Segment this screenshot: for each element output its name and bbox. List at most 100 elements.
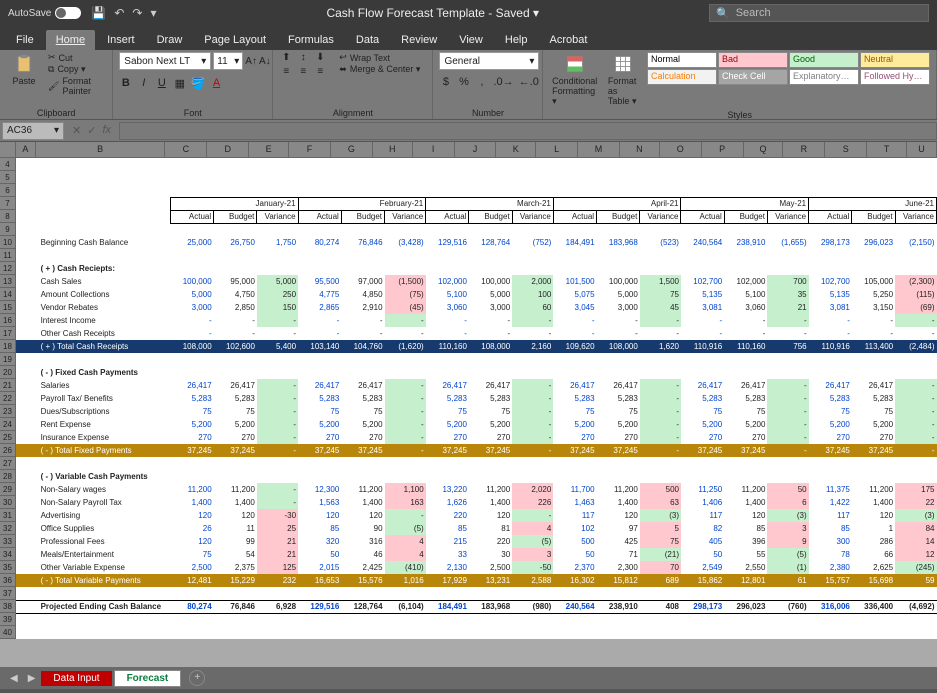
- cell[interactable]: [16, 327, 37, 340]
- cell[interactable]: [512, 587, 553, 600]
- cell[interactable]: 5,135: [681, 288, 724, 301]
- cell[interactable]: 1,563: [298, 496, 341, 509]
- cell[interactable]: [852, 158, 895, 171]
- cell[interactable]: 26,417: [170, 379, 213, 392]
- cell[interactable]: [16, 418, 37, 431]
- cell[interactable]: -: [895, 314, 936, 327]
- cell[interactable]: 75: [214, 405, 257, 418]
- align-bot-icon[interactable]: ⬇: [313, 52, 327, 63]
- row-header[interactable]: 17: [0, 327, 16, 340]
- align-left-icon[interactable]: ≡: [279, 66, 293, 77]
- align-mid-icon[interactable]: ↕: [296, 52, 310, 63]
- row-header[interactable]: 35: [0, 561, 16, 574]
- row-header[interactable]: 22: [0, 392, 16, 405]
- cell[interactable]: 270: [852, 431, 895, 444]
- cell[interactable]: -: [257, 392, 298, 405]
- cell[interactable]: 26,417: [214, 379, 257, 392]
- cell[interactable]: 3,060: [426, 301, 469, 314]
- cell[interactable]: 85: [724, 522, 767, 535]
- cell[interactable]: -: [895, 444, 936, 457]
- cell[interactable]: [640, 457, 681, 470]
- cell[interactable]: Amount Collections: [37, 288, 171, 301]
- cell[interactable]: 270: [426, 431, 469, 444]
- cell[interactable]: 63: [640, 496, 681, 509]
- cell[interactable]: 5,000: [257, 275, 298, 288]
- cell[interactable]: 316,006: [809, 600, 852, 613]
- cell[interactable]: [597, 587, 640, 600]
- row-header[interactable]: 5: [0, 171, 16, 184]
- cell[interactable]: -: [257, 314, 298, 327]
- cell[interactable]: 5,200: [724, 418, 767, 431]
- cell[interactable]: (21): [640, 548, 681, 561]
- cell[interactable]: 120: [469, 509, 512, 522]
- cell[interactable]: 5,200: [553, 418, 596, 431]
- cell[interactable]: -: [257, 418, 298, 431]
- cell[interactable]: [298, 158, 341, 171]
- row-header[interactable]: 31: [0, 509, 16, 522]
- cell[interactable]: 117: [681, 509, 724, 522]
- tab-home[interactable]: Home: [46, 30, 95, 50]
- cell[interactable]: [214, 587, 257, 600]
- cell[interactable]: 110,160: [426, 340, 469, 353]
- cell[interactable]: [16, 496, 37, 509]
- percent-button[interactable]: %: [457, 76, 470, 88]
- cell[interactable]: 12,300: [298, 483, 341, 496]
- cell[interactable]: [681, 171, 724, 184]
- cell[interactable]: 25,000: [170, 236, 213, 249]
- row-header[interactable]: 15: [0, 301, 16, 314]
- cell[interactable]: 120: [724, 509, 767, 522]
- cell[interactable]: 5,283: [597, 392, 640, 405]
- cell[interactable]: [385, 353, 426, 366]
- cell[interactable]: Budget: [852, 210, 895, 223]
- cell[interactable]: 396: [724, 535, 767, 548]
- cell[interactable]: [16, 171, 37, 184]
- cell[interactable]: [257, 587, 298, 600]
- cell[interactable]: [16, 353, 37, 366]
- cell[interactable]: 296,023: [724, 600, 767, 613]
- cell[interactable]: 61: [767, 574, 808, 587]
- cell[interactable]: 1,400: [170, 496, 213, 509]
- cell[interactable]: (980): [512, 600, 553, 613]
- cell[interactable]: [426, 223, 469, 236]
- row-header[interactable]: 37: [0, 587, 16, 600]
- cell[interactable]: [724, 171, 767, 184]
- wrap-text-button[interactable]: ↩Wrap Text: [337, 52, 422, 63]
- cell[interactable]: 5,283: [809, 392, 852, 405]
- cell[interactable]: -: [385, 431, 426, 444]
- cell[interactable]: [512, 184, 553, 197]
- cell[interactable]: (4,692): [895, 600, 936, 613]
- cell[interactable]: 1,400: [724, 496, 767, 509]
- cell[interactable]: [341, 457, 384, 470]
- cell[interactable]: (5): [512, 535, 553, 548]
- cell[interactable]: 75: [553, 405, 596, 418]
- cell[interactable]: 689: [640, 574, 681, 587]
- cell[interactable]: 102,700: [809, 275, 852, 288]
- border-button[interactable]: ▦: [173, 77, 186, 90]
- cell[interactable]: [16, 210, 37, 223]
- cell[interactable]: (523): [640, 236, 681, 249]
- cell[interactable]: 5,100: [724, 288, 767, 301]
- cell[interactable]: 1,750: [257, 236, 298, 249]
- cell[interactable]: 75: [341, 405, 384, 418]
- cell[interactable]: 2,160: [512, 340, 553, 353]
- col-header[interactable]: D: [207, 142, 249, 158]
- row-header[interactable]: 13: [0, 275, 16, 288]
- cell[interactable]: -: [257, 431, 298, 444]
- cell[interactable]: 3,081: [809, 301, 852, 314]
- cell[interactable]: [16, 223, 37, 236]
- cell[interactable]: [298, 171, 341, 184]
- cell[interactable]: [385, 171, 426, 184]
- sheet-nav-next[interactable]: ▶: [24, 673, 40, 684]
- cell[interactable]: 75: [170, 548, 213, 561]
- tab-help[interactable]: Help: [495, 30, 538, 50]
- cell[interactable]: 2,015: [298, 561, 341, 574]
- cell[interactable]: 102: [553, 522, 596, 535]
- cell[interactable]: ( + ) Total Cash Receipts: [37, 340, 171, 353]
- cell[interactable]: 2,500: [170, 561, 213, 574]
- cell[interactable]: 97: [597, 522, 640, 535]
- cell[interactable]: [426, 457, 469, 470]
- cell[interactable]: 1,400: [341, 496, 384, 509]
- cell[interactable]: 26,417: [553, 379, 596, 392]
- cell[interactable]: 33: [426, 548, 469, 561]
- cell[interactable]: 1,400: [469, 496, 512, 509]
